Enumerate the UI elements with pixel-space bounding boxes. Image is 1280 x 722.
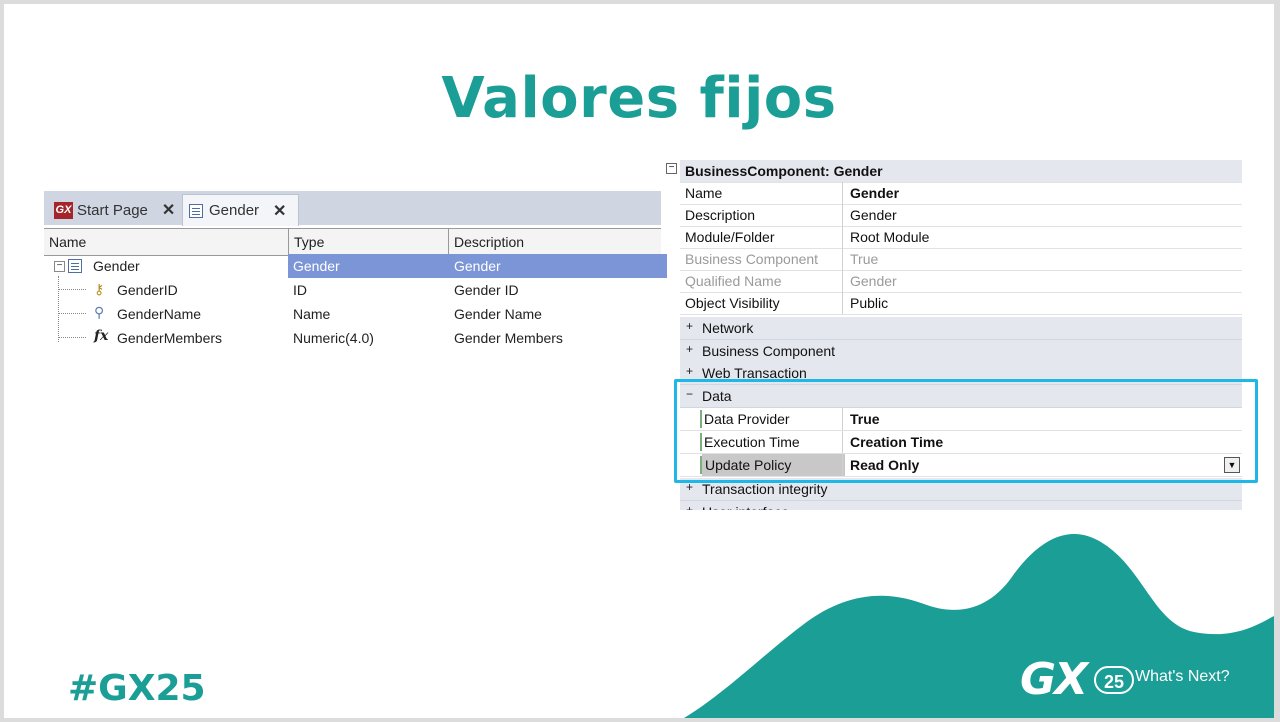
slide: Valores fijos GX Start Page ✕ Gender ✕ N… [4,4,1274,718]
gx-tagline: What's Next? [1135,668,1230,685]
hashtag: #GX25 [68,668,206,709]
gx-logo: GX [1020,654,1088,705]
gx-edition-badge: 25 [1094,666,1134,694]
wave-decoration [684,534,1274,718]
